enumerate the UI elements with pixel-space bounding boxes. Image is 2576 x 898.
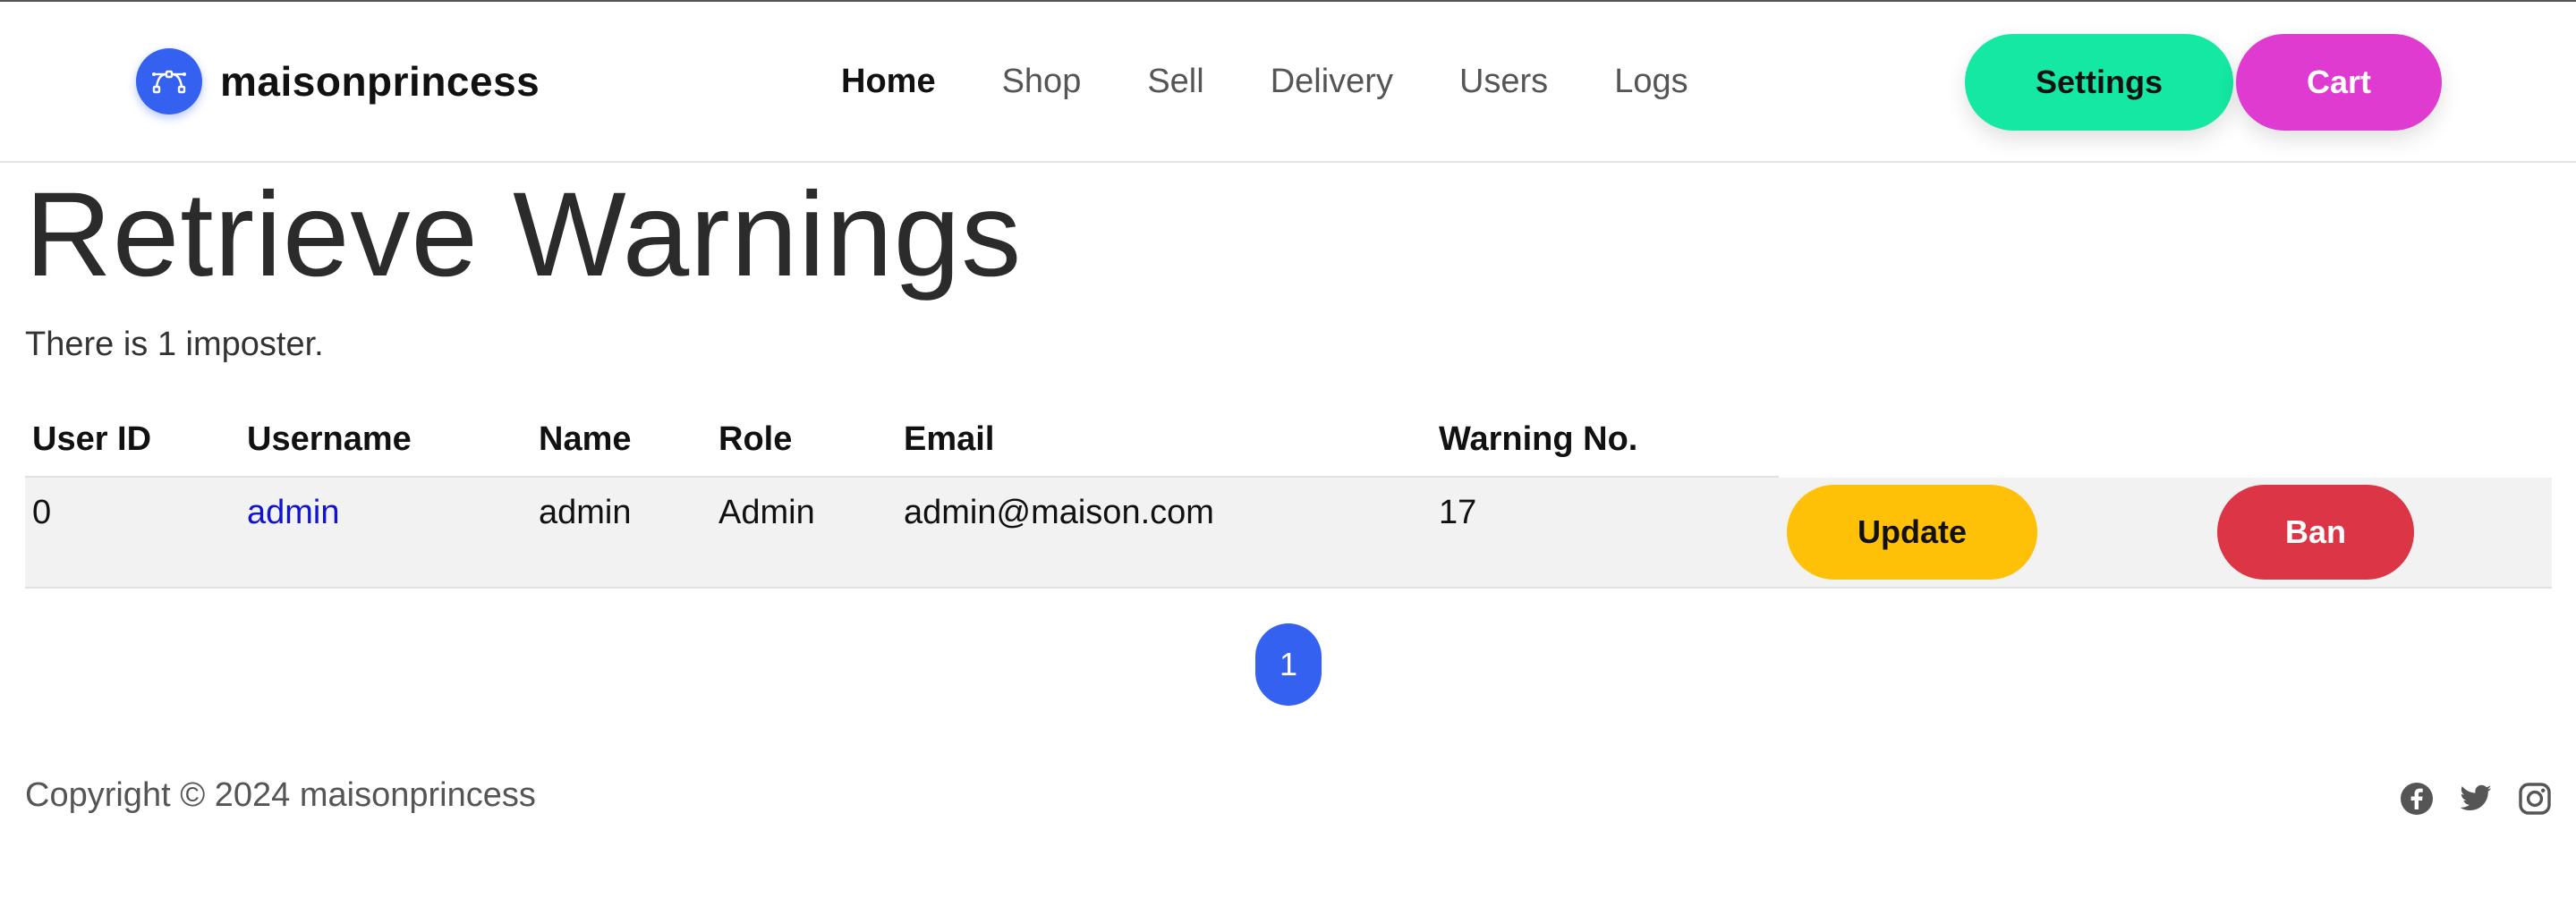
column-header-warning-no: Warning No. — [1439, 420, 1638, 458]
facebook-icon[interactable] — [2400, 782, 2434, 816]
table-row — [25, 478, 2552, 589]
cell-name: admin — [539, 494, 632, 531]
page-title: Retrieve Warnings — [25, 168, 1023, 301]
navbar: maisonprincess Home Shop Sell Delivery U… — [0, 2, 2576, 163]
cell-user-id: 0 — [32, 494, 52, 531]
update-button[interactable]: Update — [1787, 485, 2037, 580]
pagination-page-button[interactable]: 1 — [1255, 623, 1322, 706]
cell-warning-no: 17 — [1439, 494, 1477, 531]
imposter-summary: There is 1 imposter. — [25, 326, 324, 363]
column-header-role: Role — [718, 420, 793, 458]
nav-link-home[interactable]: Home — [841, 59, 936, 104]
column-header-email: Email — [904, 420, 995, 458]
brand[interactable]: maisonprincess — [136, 48, 540, 114]
cart-button[interactable]: Cart — [2236, 34, 2442, 131]
nav-link-sell[interactable]: Sell — [1147, 59, 1203, 104]
cell-email: admin@maison.com — [904, 494, 1214, 531]
column-header-username: Username — [247, 420, 412, 458]
bezier-curve-icon — [136, 48, 202, 114]
copyright-text: Copyright © 2024 maisonprincess — [25, 776, 536, 814]
cell-role: Admin — [718, 494, 815, 531]
ban-button[interactable]: Ban — [2217, 485, 2414, 580]
username-link[interactable]: admin — [247, 494, 340, 532]
nav-links: Home Shop Sell Delivery Users Logs — [841, 59, 1755, 104]
settings-button[interactable]: Settings — [1965, 34, 2233, 131]
nav-link-delivery[interactable]: Delivery — [1271, 59, 1393, 104]
page: maisonprincess Home Shop Sell Delivery U… — [0, 0, 2576, 898]
column-header-name: Name — [539, 420, 632, 458]
column-header-user-id: User ID — [32, 420, 152, 458]
instagram-icon[interactable] — [2518, 782, 2552, 816]
twitter-icon[interactable] — [2459, 782, 2493, 816]
nav-link-logs[interactable]: Logs — [1614, 59, 1688, 104]
brand-name: maisonprincess — [220, 58, 540, 105]
nav-link-users[interactable]: Users — [1459, 59, 1548, 104]
nav-link-shop[interactable]: Shop — [1002, 59, 1082, 104]
